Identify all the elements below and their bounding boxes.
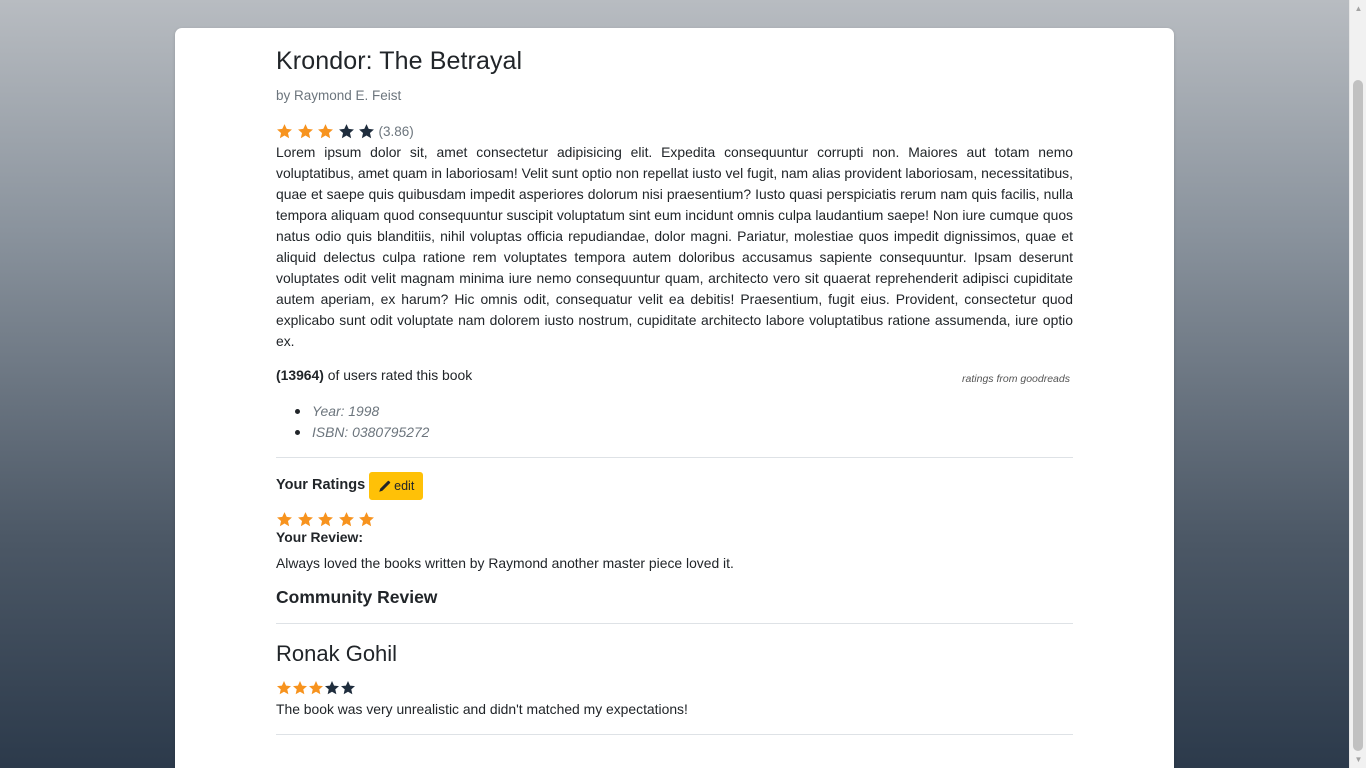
divider — [276, 623, 1073, 624]
ratings-count: (13964) of users rated this book — [276, 367, 472, 383]
scrollbar-thumb[interactable] — [1353, 80, 1363, 751]
star-empty-icon — [338, 123, 355, 140]
your-review-label: Your Review: — [276, 529, 363, 545]
star-filled-icon — [308, 680, 324, 696]
average-rating: (3.86) — [276, 122, 414, 140]
book-meta-list: Year: 1998 ISBN: 0380795272 — [276, 401, 429, 443]
star-empty-icon — [324, 680, 340, 696]
star-filled-icon — [292, 680, 308, 696]
star-filled-icon — [276, 680, 292, 696]
star-filled-icon — [297, 123, 314, 140]
reviewer-name: Ronak Gohil — [276, 641, 398, 666]
book-card: Krondor: The Betrayal by Raymond E. Feis… — [175, 28, 1174, 768]
divider — [276, 457, 1073, 458]
scroll-up-arrow-icon[interactable]: ▲ — [1350, 0, 1366, 17]
star-empty-icon — [340, 680, 356, 696]
community-review-heading: Community Review — [276, 587, 438, 607]
divider — [276, 734, 1073, 735]
book-title: Krondor: The Betrayal — [276, 47, 523, 75]
page-scrollbar[interactable]: ▲ ▼ — [1349, 0, 1366, 768]
reviewer-review-text: The book was very unrealistic and didn't… — [276, 701, 688, 717]
star-filled-icon — [276, 123, 293, 140]
star-filled-icon[interactable] — [358, 511, 375, 528]
book-author: by Raymond E. Feist — [276, 88, 402, 103]
pencil-icon — [378, 480, 391, 493]
average-rating-stars — [276, 123, 379, 140]
star-filled-icon[interactable] — [317, 511, 334, 528]
star-filled-icon — [317, 123, 334, 140]
ratings-count-number: (13964) — [276, 367, 324, 383]
your-rating-stars[interactable] — [276, 510, 379, 528]
your-ratings-header: Your Ratings edit — [276, 472, 424, 500]
edit-button-label: edit — [394, 479, 415, 493]
ratings-count-suffix: of users rated this book — [323, 367, 473, 383]
scroll-down-arrow-icon[interactable]: ▼ — [1350, 751, 1366, 768]
star-filled-icon[interactable] — [297, 511, 314, 528]
star-filled-icon[interactable] — [276, 511, 293, 528]
star-empty-icon — [358, 123, 375, 140]
your-review-text: Always loved the books written by Raymon… — [276, 555, 734, 571]
ratings-source-note: ratings from goodreads — [962, 373, 1070, 385]
book-description: Lorem ipsum dolor sit, amet consectetur … — [276, 144, 1073, 349]
star-filled-icon[interactable] — [338, 511, 355, 528]
book-year: Year: 1998 — [276, 401, 429, 422]
book-isbn: ISBN: 0380795272 — [276, 422, 429, 443]
reviewer-rating-stars — [276, 680, 356, 696]
your-ratings-label: Your Ratings — [276, 477, 366, 493]
average-rating-value: (3.86) — [378, 123, 414, 139]
edit-rating-button[interactable]: edit — [369, 472, 424, 500]
